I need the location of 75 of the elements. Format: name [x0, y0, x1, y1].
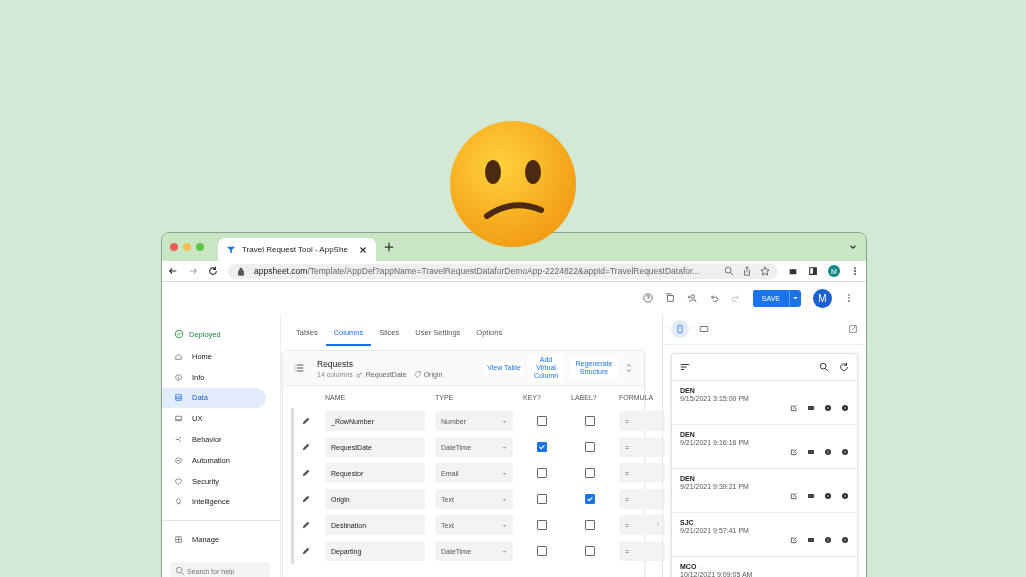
- key-checkbox[interactable]: [537, 442, 547, 453]
- key-checkbox[interactable]: [537, 520, 547, 531]
- branch-icon: [174, 435, 183, 445]
- grid-icon: [174, 535, 183, 545]
- key-checkbox[interactable]: [537, 546, 547, 557]
- open-external-icon[interactable]: [848, 324, 858, 334]
- tag-icon: [413, 370, 421, 378]
- check-circle-icon: [174, 329, 184, 339]
- new-tab-icon[interactable]: [384, 242, 394, 252]
- table-icon: [174, 393, 183, 403]
- pencil-icon[interactable]: [301, 468, 311, 479]
- expand-icon[interactable]: [624, 363, 634, 374]
- pencil-icon[interactable]: [301, 416, 311, 427]
- caret-icon: [502, 418, 507, 424]
- label-checkbox[interactable]: [585, 416, 595, 427]
- arrow-circle-icon[interactable]: [841, 536, 849, 544]
- edit-icon[interactable]: [790, 536, 798, 544]
- search-icon[interactable]: [819, 362, 829, 372]
- phone-icon: [675, 324, 685, 334]
- sidebar-icon[interactable]: [808, 266, 818, 276]
- browser-tab[interactable]: Travel Request Tool - AppShe: [218, 238, 376, 261]
- lock-icon: [236, 266, 246, 276]
- arrow-circle-icon[interactable]: [824, 536, 832, 544]
- share-person-icon[interactable]: [686, 293, 697, 303]
- arrow-circle-icon[interactable]: [841, 448, 849, 456]
- pencil-icon[interactable]: [301, 442, 311, 453]
- key-icon: [355, 370, 363, 378]
- shield-icon: [174, 476, 183, 486]
- caret-icon: [502, 444, 507, 450]
- undo-icon[interactable]: [708, 293, 719, 303]
- share-icon[interactable]: [742, 266, 752, 276]
- search-icon: [175, 566, 185, 577]
- pencil-icon[interactable]: [301, 546, 311, 557]
- pencil-icon[interactable]: [301, 520, 311, 531]
- screen-icon: [174, 414, 183, 424]
- key-checkbox[interactable]: [537, 494, 547, 505]
- funnel-icon: [226, 244, 236, 255]
- tablet-icon: [699, 324, 709, 334]
- pencil-icon[interactable]: [301, 494, 311, 505]
- sort-icon[interactable]: [680, 362, 690, 372]
- house-icon: [174, 351, 183, 361]
- address-bar[interactable]: appsheet.com/Template/AppDef?appName=TravelRequestDataforDemoApp-2224822&appId=TravelRequestDatafor...: [228, 263, 778, 279]
- url-text: appsheet.com/Template/AppDef?appName=TravelRequestDataforDemoApp-2224822&appId=TravelRequestDatafor...: [254, 266, 701, 276]
- caret-icon: [502, 470, 507, 476]
- table-name: Requests: [317, 358, 354, 369]
- close-icon[interactable]: [358, 244, 368, 255]
- arrow-circle-icon[interactable]: [824, 448, 832, 456]
- arrow-circle-icon[interactable]: [841, 404, 849, 412]
- star-icon[interactable]: [760, 266, 770, 276]
- edit-icon[interactable]: [790, 448, 798, 456]
- label-checkbox[interactable]: [585, 520, 595, 531]
- copy-icon[interactable]: [664, 293, 675, 303]
- key-checkbox[interactable]: [537, 468, 547, 479]
- label-checkbox[interactable]: [585, 546, 595, 557]
- caret-icon: [502, 496, 507, 502]
- label-checkbox[interactable]: [585, 494, 595, 505]
- info-icon: [174, 372, 183, 382]
- user-avatar[interactable]: M: [813, 288, 832, 308]
- zoom-icon[interactable]: [724, 266, 734, 276]
- edit-icon[interactable]: [790, 404, 798, 412]
- reload-icon[interactable]: [208, 266, 218, 276]
- caret-icon: [502, 522, 507, 528]
- arrow-circle-icon[interactable]: [841, 492, 849, 500]
- caret-icon: [502, 548, 507, 554]
- arrow-circle-icon[interactable]: [824, 404, 832, 412]
- key-checkbox[interactable]: [537, 416, 547, 427]
- phone-view-button[interactable]: [671, 320, 689, 338]
- arrow-circle-icon[interactable]: [824, 492, 832, 500]
- label-checkbox[interactable]: [585, 468, 595, 479]
- tab-title: Travel Request Tool - AppShe: [242, 245, 349, 254]
- back-icon[interactable]: [168, 266, 178, 276]
- help-icon[interactable]: [642, 293, 653, 303]
- label-checkbox[interactable]: [585, 442, 595, 453]
- edit-icon[interactable]: [790, 492, 798, 500]
- refresh-icon[interactable]: [839, 362, 849, 372]
